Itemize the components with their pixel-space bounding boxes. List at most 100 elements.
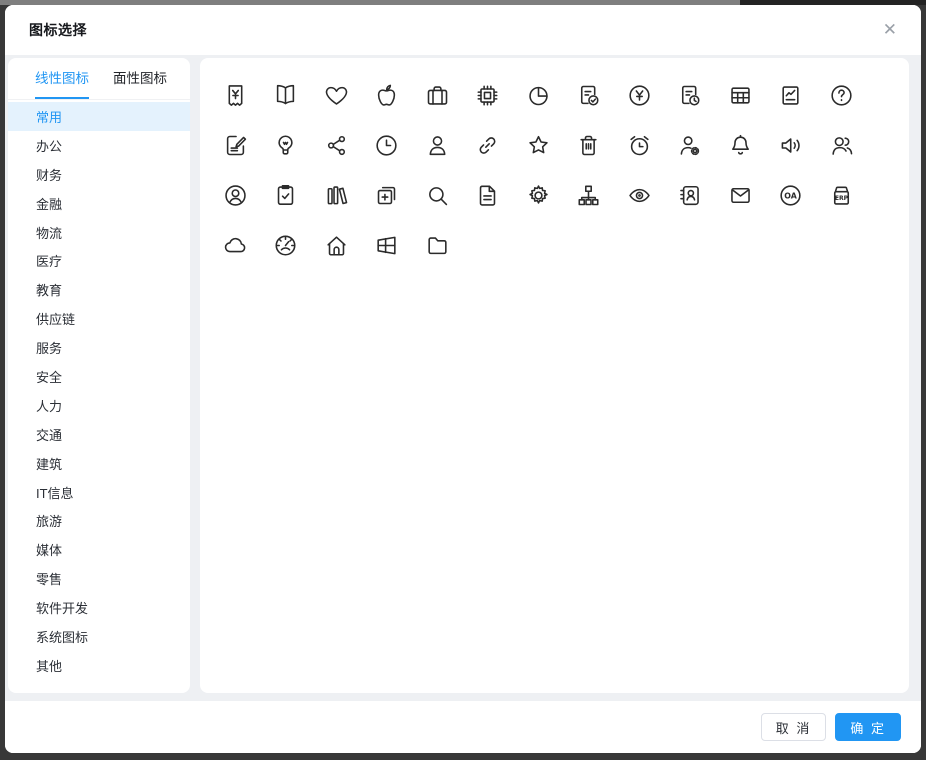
bell-icon [731,134,749,155]
icon-cell[interactable] [412,220,463,270]
clock-icon [376,134,397,156]
svg-text:ERP: ERP [835,194,849,201]
heart-icon [325,86,347,105]
icon-cell[interactable] [261,120,312,170]
category-item[interactable]: 物流 [8,218,190,247]
category-item[interactable]: 供应链 [8,304,190,333]
erp-box-icon: ERP [833,186,849,205]
oa-circle-icon: OA [780,184,801,206]
link-icon [479,136,496,154]
cpu-chip-icon [477,84,498,106]
icon-cell[interactable] [715,170,766,220]
icon-cell[interactable] [564,70,615,120]
icon-cell[interactable] [210,120,261,170]
category-item[interactable]: 金融 [8,189,190,218]
icon-cell[interactable] [261,170,312,220]
icon-cell[interactable] [715,70,766,120]
category-item[interactable]: 交通 [8,420,190,449]
user-icon [429,135,446,155]
icon-cell[interactable] [463,70,514,120]
icon-grid: OA ERP [200,58,909,693]
users-group-icon [832,136,853,155]
receipt-yen-icon [228,84,243,106]
light-bulb-icon [278,134,293,155]
category-item[interactable]: 媒体 [8,535,190,564]
icon-cell[interactable] [766,70,817,120]
icon-cell[interactable] [816,120,867,170]
icon-cell[interactable] [665,170,716,220]
icon-cell[interactable] [614,170,665,220]
icon-cell[interactable] [412,70,463,120]
share-nodes-icon [327,135,345,155]
icon-cell[interactable] [261,220,312,270]
icon-cell[interactable] [210,170,261,220]
close-icon[interactable]: ✕ [881,20,899,41]
icon-cell[interactable] [614,70,665,120]
confirm-button[interactable]: 确 定 [835,713,901,741]
dialog-content: 线性图标 面性图标 常用 办公 财务 金融 物流 医疗 教育 供应链 服务 安全 人力 交通 建筑 IT信息… [5,55,921,701]
icon-cell[interactable] [210,220,261,270]
cancel-button[interactable]: 取 消 [760,713,827,741]
icon-cell[interactable] [362,120,413,170]
dialog-footer: 取 消 确 定 [5,701,921,753]
category-item[interactable]: 教育 [8,275,190,304]
category-item[interactable]: 旅游 [8,506,190,535]
icon-cell[interactable] [261,70,312,120]
icon-cell[interactable] [412,170,463,220]
icon-cell[interactable] [362,170,413,220]
svg-text:OA: OA [784,191,797,200]
gear-icon [529,184,548,204]
icon-cell[interactable] [513,120,564,170]
icon-cell[interactable] [210,70,261,120]
table-grid-icon [731,86,750,104]
gauge-icon [275,234,296,256]
envelope-icon [730,187,750,203]
category-item[interactable]: 服务 [8,333,190,362]
tab-linear-icons[interactable]: 线性图标 [35,58,89,99]
book-open-icon [277,84,295,104]
books-icon [327,185,348,204]
icon-cell[interactable] [311,170,362,220]
icon-cell[interactable] [665,120,716,170]
icon-cell[interactable] [816,70,867,120]
icon-cell[interactable] [766,120,817,170]
icon-cell[interactable]: ERP [816,170,867,220]
org-chart-icon [578,184,599,205]
add-square-icon [377,186,396,204]
question-circle-icon [831,84,852,106]
icon-cell[interactable]: OA [766,170,817,220]
icon-cell[interactable] [463,120,514,170]
icon-cell[interactable] [362,220,413,270]
icon-cell[interactable] [715,120,766,170]
category-item[interactable]: 系统图标 [8,622,190,651]
icon-cell[interactable] [463,170,514,220]
icon-cell[interactable] [311,220,362,270]
dialog-header: 图标选择 ✕ [5,5,921,55]
icon-cell[interactable] [412,120,463,170]
icon-cell[interactable] [564,120,615,170]
category-item[interactable]: IT信息 [8,478,190,507]
tab-filled-icons[interactable]: 面性图标 [113,58,167,99]
category-item[interactable]: 软件开发 [8,593,190,622]
category-item[interactable]: 医疗 [8,246,190,275]
report-chart-icon [782,85,799,105]
category-item[interactable]: 其他 [8,651,190,680]
icon-cell[interactable] [513,70,564,120]
category-item[interactable]: 安全 [8,362,190,391]
category-item[interactable]: 建筑 [8,449,190,478]
tab-bar: 线性图标 面性图标 [8,58,190,100]
user-circle-icon [225,184,246,206]
category-item[interactable]: 财务 [8,160,190,189]
category-item[interactable]: 常用 [8,102,190,131]
icon-cell[interactable] [311,120,362,170]
category-item[interactable]: 零售 [8,564,190,593]
icon-cell[interactable] [311,70,362,120]
icon-cell[interactable] [513,170,564,220]
icon-cell[interactable] [614,120,665,170]
category-item[interactable]: 人力 [8,391,190,420]
alarm-clock-icon [630,135,649,155]
icon-cell[interactable] [665,70,716,120]
category-item[interactable]: 办公 [8,131,190,160]
icon-cell[interactable] [362,70,413,120]
icon-cell[interactable] [564,170,615,220]
